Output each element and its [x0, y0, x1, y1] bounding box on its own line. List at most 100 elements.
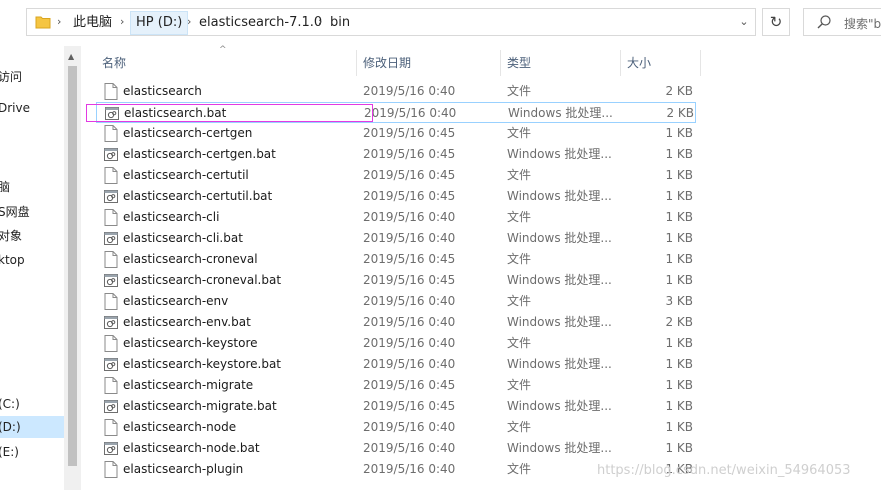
file-name: elasticsearch-certgen.bat	[123, 147, 276, 161]
column-header-date[interactable]: 修改日期	[357, 50, 500, 76]
chevron-right-icon[interactable]: ›	[187, 15, 191, 28]
column-header-type[interactable]: 类型	[501, 50, 620, 76]
breadcrumb-item[interactable]: elasticsearch-7.1.0	[199, 14, 322, 32]
file-name: elasticsearch-cli.bat	[123, 231, 243, 245]
nav-item-drive-d[interactable]: (D:)	[0, 416, 64, 438]
file-date: 2019/5/16 0:40	[363, 420, 456, 434]
address-bar[interactable]: › 此电脑 › HP (D:) › elasticsearch-7.1.0 › …	[26, 8, 756, 36]
file-row[interactable]: elasticsearch-env.bat 2019/5/16 0:40 Windo…	[96, 312, 696, 333]
chevron-down-icon: ⌄	[739, 15, 749, 28]
file-icon	[104, 209, 118, 226]
file-row[interactable]: elasticsearch-cli.bat 2019/5/16 0:40 Windo…	[96, 228, 696, 249]
file-size: 1 KB	[665, 147, 693, 161]
chevron-right-icon[interactable]: ›	[57, 15, 61, 28]
nav-item-wps-cloud[interactable]: S网盘	[0, 201, 64, 223]
file-date: 2019/5/16 0:45	[363, 252, 456, 266]
file-name: elasticsearch-env.bat	[123, 315, 251, 329]
nav-item[interactable]	[0, 272, 64, 294]
bat-file-icon	[104, 190, 118, 203]
file-size: 2 KB	[665, 315, 693, 329]
file-icon	[104, 461, 118, 478]
file-date: 2019/5/16 0:40	[363, 315, 456, 329]
file-date: 2019/5/16 0:40	[364, 106, 457, 120]
bat-file-icon	[104, 316, 118, 329]
breadcrumb-item[interactable]: HP (D:)	[130, 11, 189, 35]
search-icon	[817, 15, 831, 29]
file-name: elasticsearch-keystore.bat	[123, 357, 281, 371]
scrollbar-thumb[interactable]	[68, 66, 77, 466]
nav-item-drive-c[interactable]: (C:)	[0, 393, 64, 415]
nav-item-this-pc[interactable]: 脑	[0, 176, 64, 198]
bat-file-icon	[104, 232, 118, 245]
file-type: 文件	[507, 420, 532, 434]
file-size: 1 KB	[665, 357, 693, 371]
file-name: elasticsearch-cli	[123, 210, 220, 224]
file-name: elasticsearch-keystore	[123, 336, 258, 350]
file-row[interactable]: elasticsearch-keystore.bat 2019/5/16 0:40…	[96, 354, 696, 375]
scroll-up-icon[interactable]: ▲	[68, 52, 74, 61]
file-type: 文件	[507, 84, 532, 98]
search-input[interactable]: 搜索"b	[803, 8, 881, 36]
file-row[interactable]: elasticsearch 2019/5/16 0:40 文件 2 KB	[96, 81, 696, 102]
file-icon	[104, 335, 118, 352]
nav-item-3d-objects[interactable]: 对象	[0, 225, 64, 247]
watermark: https://blog.csdn.net/weixin_54964053	[597, 463, 851, 478]
nav-item[interactable]	[0, 368, 64, 390]
file-type: Windows 批处理...	[507, 441, 612, 455]
file-row[interactable]: elasticsearch-certgen.bat 2019/5/16 0:45 W…	[96, 144, 696, 165]
nav-item[interactable]	[0, 296, 64, 318]
nav-item[interactable]	[0, 144, 64, 166]
file-date: 2019/5/16 0:45	[363, 126, 456, 140]
file-icon	[104, 167, 118, 184]
file-row[interactable]: elasticsearch-cli 2019/5/16 0:40 文件 1 KB	[96, 207, 696, 228]
nav-item[interactable]	[0, 120, 64, 142]
file-row[interactable]: elasticsearch-certutil.bat 2019/5/16 0:45…	[96, 186, 696, 207]
file-row[interactable]: elasticsearch-croneval 2019/5/16 0:45 文件 1 …	[96, 249, 696, 270]
history-dropdown-button[interactable]: ⌄	[732, 8, 756, 36]
file-row[interactable]: elasticsearch-certgen 2019/5/16 0:45 文件 1 K…	[96, 123, 696, 144]
annotation-highlight-box	[86, 104, 373, 122]
file-type: 文件	[507, 378, 532, 392]
column-divider[interactable]	[700, 50, 701, 76]
file-row[interactable]: elasticsearch-node 2019/5/16 0:40 文件 1 KB	[96, 417, 696, 438]
file-icon	[104, 83, 118, 100]
nav-scrollbar[interactable]: ▲	[64, 46, 81, 490]
file-name: elasticsearch-node.bat	[123, 441, 260, 455]
bat-file-icon	[104, 148, 118, 161]
file-row[interactable]: elasticsearch-node.bat 2019/5/16 0:40 Wind…	[96, 438, 696, 459]
address-row: › 此电脑 › HP (D:) › elasticsearch-7.1.0 › …	[0, 0, 881, 46]
file-size: 2 KB	[666, 106, 694, 120]
breadcrumb-item[interactable]: 此电脑	[73, 14, 112, 32]
file-date: 2019/5/16 0:40	[363, 357, 456, 371]
file-size: 1 KB	[665, 399, 693, 413]
file-date: 2019/5/16 0:45	[363, 399, 456, 413]
file-size: 1 KB	[665, 189, 693, 203]
file-name: elasticsearch-env	[123, 294, 229, 308]
column-header-name[interactable]: 名称	[96, 50, 356, 76]
folder-icon	[35, 16, 51, 29]
nav-item[interactable]	[0, 320, 64, 342]
file-size: 1 KB	[665, 252, 693, 266]
file-size: 2 KB	[665, 84, 693, 98]
file-row[interactable]: elasticsearch-certutil 2019/5/16 0:45 文件 1 …	[96, 165, 696, 186]
file-row[interactable]: elasticsearch-keystore 2019/5/16 0:40 文件 1 …	[96, 333, 696, 354]
file-date: 2019/5/16 0:40	[363, 441, 456, 455]
column-header-size[interactable]: 大小	[621, 50, 700, 76]
file-row[interactable]: elasticsearch-croneval.bat 2019/5/16 0:45…	[96, 270, 696, 291]
chevron-right-icon[interactable]: ›	[318, 15, 322, 28]
nav-item[interactable]	[0, 344, 64, 366]
file-row[interactable]: elasticsearch-migrate.bat 2019/5/16 0:45 W…	[96, 396, 696, 417]
nav-item-desktop[interactable]: ktop	[0, 249, 64, 271]
breadcrumb-item[interactable]: bin	[330, 14, 350, 32]
file-row[interactable]: elasticsearch-env 2019/5/16 0:40 文件 3 KB	[96, 291, 696, 312]
file-name: elasticsearch-migrate	[123, 378, 254, 392]
file-size: 1 KB	[665, 441, 693, 455]
file-type: Windows 批处理...	[507, 273, 612, 287]
file-row[interactable]: elasticsearch-migrate 2019/5/16 0:45 文件 1 K…	[96, 375, 696, 396]
chevron-right-icon[interactable]: ›	[120, 15, 124, 28]
refresh-button[interactable]: ↻	[762, 8, 790, 36]
nav-item-onedrive[interactable]: Drive	[0, 97, 64, 119]
nav-item-drive-e[interactable]: (E:)	[0, 441, 64, 463]
file-type: 文件	[507, 168, 532, 182]
nav-item[interactable]: 访问	[0, 66, 64, 88]
